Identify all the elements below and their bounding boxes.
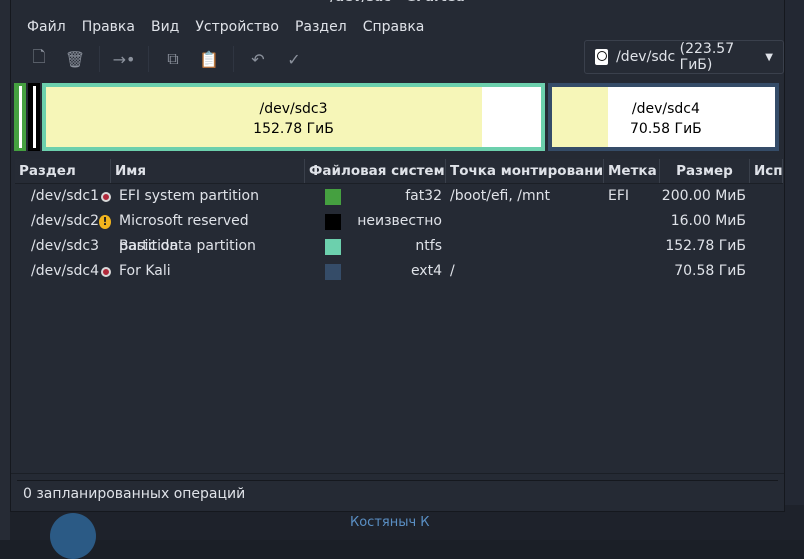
partition-size: 152.78 ГиБ: [665, 238, 746, 254]
map-partition-size: 152.78 ГиБ: [253, 121, 334, 137]
col-filesystem[interactable]: Файловая система: [305, 159, 446, 183]
fs-color-swatch: [325, 213, 341, 230]
partition-table: Раздел Имя Файловая система Точка монтир…: [15, 159, 783, 475]
partition-label: [604, 209, 660, 234]
menu-edit[interactable]: Правка: [74, 13, 143, 41]
menu-device[interactable]: Устройство: [187, 13, 287, 41]
col-size[interactable]: Размер: [660, 159, 750, 183]
partition-name: For Kali: [119, 263, 171, 279]
mounted-icon: [101, 191, 111, 202]
map-partition-name: /dev/sdc3: [259, 101, 328, 117]
partition-name: Basic data partition: [119, 238, 256, 254]
disk-icon: [595, 49, 609, 65]
chevron-down-icon: ▼: [765, 51, 773, 63]
fs-color-swatch: [325, 188, 341, 205]
toolbar: 🗋 🗑 →• ⧉ 📋 ↶ ✓: [21, 43, 312, 75]
map-partition-name: /dev/sdc4: [631, 101, 700, 117]
map-partition-sdc3[interactable]: /dev/sdc3 152.78 ГиБ: [42, 83, 545, 151]
table-row[interactable]: /dev/sdc1 EFI system partition fat32 /bo…: [15, 184, 783, 209]
mount-point: /boot/efi, /mnt: [450, 188, 550, 204]
fs-color-swatch: [325, 263, 341, 280]
table-row[interactable]: /dev/sdc2! Microsoft reserved partition …: [15, 209, 783, 254]
table-row[interactable]: /dev/sdc3 Basic data partition ntfs 152.…: [15, 234, 783, 259]
partition-path: /dev/sdc3: [31, 238, 100, 254]
menu-bar: Файл Правка Вид Устройство Раздел Справк…: [11, 13, 432, 41]
menu-help[interactable]: Справка: [355, 13, 433, 41]
fs-color-swatch: [325, 238, 341, 255]
partition-label: [604, 259, 660, 284]
filesystem: ext4: [410, 263, 442, 279]
col-partition[interactable]: Раздел: [15, 159, 111, 183]
filesystem: ntfs: [415, 238, 442, 254]
col-mountpoint[interactable]: Точка монтирования: [446, 159, 604, 183]
col-name[interactable]: Имя: [111, 159, 305, 183]
partition-path: /dev/sdc2: [31, 213, 100, 229]
divider: [17, 480, 778, 481]
filesystem: неизвестно: [357, 213, 442, 229]
new-partition-icon[interactable]: 🗋: [21, 44, 57, 74]
partition-size: 70.58 ГиБ: [674, 263, 746, 279]
mount-point: /: [450, 263, 455, 279]
pending-operations: 0 запланированных операций: [23, 486, 246, 502]
device-label: /dev/sdc: [616, 49, 676, 65]
chat-name: Костяныч К: [350, 515, 430, 530]
partition-size: 16.00 МиБ: [670, 213, 746, 229]
status-bar: 0 запланированных операций: [11, 473, 784, 511]
divider: [99, 46, 100, 72]
map-partition-sdc4[interactable]: /dev/sdc4 70.58 ГиБ: [548, 83, 779, 151]
divider: [148, 46, 149, 72]
avatar: [50, 513, 96, 559]
undo-icon[interactable]: ↶: [240, 44, 276, 74]
device-size: (223.57 ГиБ): [679, 41, 735, 73]
mount-point: [446, 209, 604, 234]
device-selector[interactable]: /dev/sdc (223.57 ГиБ) ▼: [584, 40, 784, 74]
mounted-icon: [101, 266, 111, 277]
partition-size: 200.00 МиБ: [661, 188, 746, 204]
partition-name: EFI system partition: [119, 188, 259, 204]
menu-view[interactable]: Вид: [143, 13, 187, 41]
partition-label: [604, 234, 660, 259]
mount-point: [446, 234, 604, 259]
table-row[interactable]: /dev/sdc4 For Kali ext4 / 70.58 ГиБ: [15, 259, 783, 284]
apply-icon[interactable]: ✓: [276, 44, 312, 74]
menu-file[interactable]: Файл: [19, 13, 74, 41]
divider: [233, 46, 234, 72]
background-panel: [0, 0, 10, 540]
table-header: Раздел Имя Файловая система Точка монтир…: [15, 159, 783, 184]
map-partition-sdc1[interactable]: [14, 83, 26, 151]
map-partition-size: 70.58 ГиБ: [630, 121, 702, 137]
gparted-window: /dev/sdc - GParted Файл Правка Вид Устро…: [10, 0, 785, 512]
partition-label: EFI: [608, 188, 630, 204]
filesystem: fat32: [405, 188, 442, 204]
paste-icon[interactable]: 📋: [191, 44, 227, 74]
warning-icon: !: [99, 214, 111, 229]
partition-path: /dev/sdc1: [31, 188, 100, 204]
delete-partition-icon[interactable]: 🗑: [57, 44, 93, 74]
partition-path: /dev/sdc4: [31, 263, 100, 279]
map-partition-sdc2[interactable]: [28, 83, 40, 151]
col-used[interactable]: Исп: [750, 159, 783, 183]
copy-icon[interactable]: ⧉: [155, 44, 191, 74]
partition-name: Microsoft reserved partition: [119, 213, 249, 254]
window-title: /dev/sdc - GParted: [11, 0, 784, 13]
resize-move-icon[interactable]: →•: [106, 44, 142, 74]
col-label[interactable]: Метка: [604, 159, 660, 183]
background-panel-right: [785, 0, 804, 540]
menu-partition[interactable]: Раздел: [287, 13, 355, 41]
